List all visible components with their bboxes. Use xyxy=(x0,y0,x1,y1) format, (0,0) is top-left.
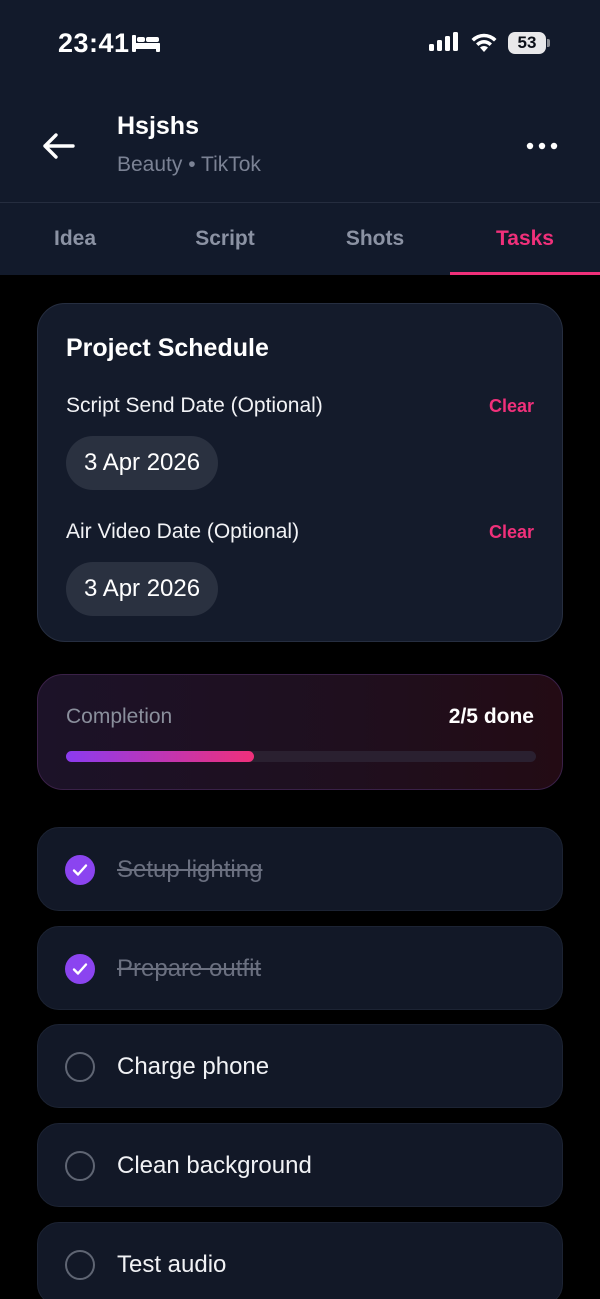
task-label: Charge phone xyxy=(117,1053,270,1080)
back-button[interactable] xyxy=(38,126,78,166)
task-item[interactable]: Clean background xyxy=(37,1123,563,1207)
status-bar: 23:41 53 xyxy=(0,0,600,90)
completion-progress-fill xyxy=(66,751,254,762)
task-checkbox[interactable] xyxy=(65,1151,95,1181)
project-title: Hsjshs xyxy=(117,112,199,140)
tab-idea[interactable]: Idea xyxy=(0,203,150,275)
project-schedule-card: Project Schedule Script Send Date (Optio… xyxy=(37,303,563,642)
top-header-area: 23:41 53 Hsjshs Beauty • TikTok Idea Scr… xyxy=(0,0,600,275)
wifi-icon xyxy=(471,33,497,52)
air-video-date-picker[interactable]: 3 Apr 2026 xyxy=(66,562,219,616)
checkmark-icon xyxy=(72,864,88,876)
signal-icon xyxy=(429,32,458,51)
task-item[interactable]: Prepare outfit xyxy=(37,926,563,1010)
bed-icon xyxy=(132,35,160,52)
battery-icon: 53 xyxy=(508,32,550,54)
task-item[interactable]: Test audio xyxy=(37,1222,563,1299)
completion-card: Completion 2/5 done xyxy=(37,674,563,790)
task-item[interactable]: Charge phone xyxy=(37,1024,563,1108)
script-send-date-picker[interactable]: 3 Apr 2026 xyxy=(66,436,219,490)
completion-label: Completion xyxy=(66,705,173,728)
project-subtitle: Beauty • TikTok xyxy=(117,153,261,176)
script-send-clear-button[interactable]: Clear xyxy=(489,396,534,417)
script-send-date-label: Script Send Date (Optional) xyxy=(66,394,323,417)
tab-bar: Idea Script Shots Tasks xyxy=(0,203,600,275)
task-label: Test audio xyxy=(117,1251,227,1278)
task-checkbox[interactable] xyxy=(65,855,95,885)
task-label: Prepare outfit xyxy=(117,955,262,982)
completion-progress-track xyxy=(66,751,536,762)
more-options-button[interactable] xyxy=(522,132,562,160)
ellipsis-icon xyxy=(526,142,558,150)
battery-level: 53 xyxy=(508,32,546,54)
tab-tasks[interactable]: Tasks xyxy=(450,203,600,275)
task-item[interactable]: Setup lighting xyxy=(37,827,563,911)
app-screen: 23:41 53 Hsjshs Beauty • TikTok Idea Scr… xyxy=(0,0,600,1299)
tab-script[interactable]: Script xyxy=(150,203,300,275)
air-video-date-label: Air Video Date (Optional) xyxy=(66,520,300,543)
task-checkbox[interactable] xyxy=(65,1052,95,1082)
tab-shots[interactable]: Shots xyxy=(300,203,450,275)
checkmark-icon xyxy=(72,963,88,975)
air-video-clear-button[interactable]: Clear xyxy=(489,522,534,543)
completion-count: 2/5 done xyxy=(448,705,534,728)
task-label: Setup lighting xyxy=(117,856,263,883)
battery-tip xyxy=(547,39,550,47)
status-time: 23:41 xyxy=(58,28,130,58)
task-checkbox[interactable] xyxy=(65,954,95,984)
schedule-title: Project Schedule xyxy=(66,334,269,362)
arrow-left-icon xyxy=(43,133,75,159)
task-checkbox[interactable] xyxy=(65,1250,95,1280)
task-label: Clean background xyxy=(117,1152,312,1179)
